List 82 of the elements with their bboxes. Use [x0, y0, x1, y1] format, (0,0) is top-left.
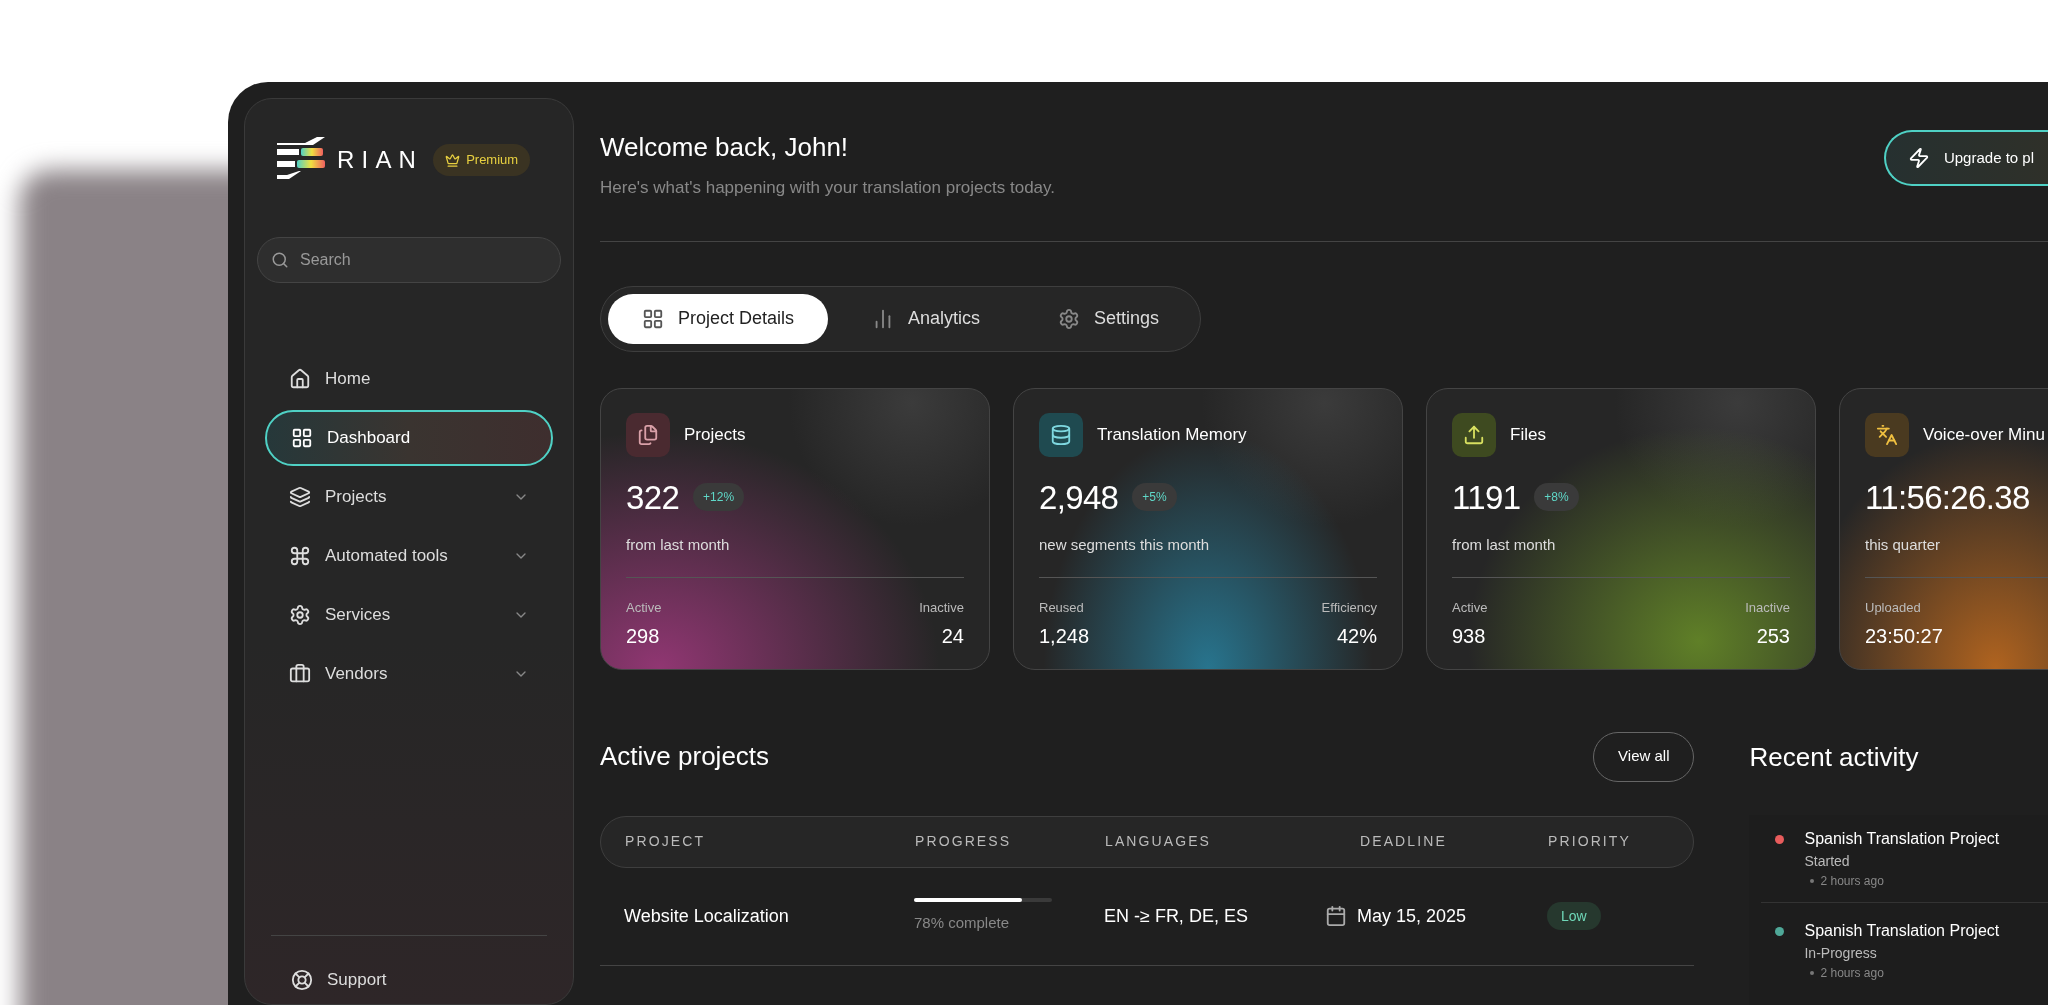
layers-icon	[289, 486, 311, 508]
stat-value: 42%	[1336, 624, 1377, 649]
stat-label: Inactive	[919, 598, 964, 617]
column-header: PRIORITY	[1548, 832, 1632, 851]
stat-label: Efficiency	[1321, 598, 1377, 617]
settings-icon	[289, 604, 311, 626]
stat-value: 23:50:27	[1865, 624, 1943, 649]
database-icon	[1050, 423, 1072, 446]
activity-time: 2 hours ago	[1820, 872, 1884, 890]
progress-text: 78% complete	[914, 912, 1011, 933]
stat-value: 1,248	[1039, 624, 1090, 649]
section-title: Active projects	[600, 740, 770, 773]
card-title: Projects	[684, 423, 746, 446]
card-caption: this quarter	[1865, 535, 1942, 555]
card-title: Translation Memory	[1097, 423, 1247, 446]
card-value: 2,948	[1039, 477, 1119, 518]
card-title: Files	[1510, 423, 1546, 446]
card-value: 1191	[1452, 477, 1521, 518]
table-cell-text: Website Localization	[624, 904, 790, 928]
premium-badge: Premium	[433, 144, 531, 176]
column-header: PROJECT	[625, 832, 707, 851]
lightning-icon	[1907, 147, 1930, 169]
nav-item[interactable]: Dashboard	[265, 410, 553, 466]
activity-title: Spanish Translation Project	[1804, 828, 2000, 849]
table-cell-text: May 15, 2025	[1357, 904, 1467, 928]
command-icon	[289, 545, 311, 567]
welcome-title: Welcome back, John!	[600, 131, 850, 164]
stat-label: Reused	[1039, 598, 1085, 617]
activity-status: In-Progress	[1804, 943, 1878, 963]
table-cell-text: EN -≥ FR, DE, ES	[1104, 904, 1249, 928]
tab[interactable]: Settings	[1024, 293, 1194, 344]
change-badge: +12%	[693, 483, 745, 512]
upgrade-button[interactable]: Upgrade to pl	[1883, 130, 2048, 186]
search-icon	[271, 251, 289, 269]
stat-label: Active	[1452, 598, 1488, 617]
stat-label: Active	[626, 598, 662, 617]
settings-icon	[1058, 307, 1081, 330]
home-icon	[289, 368, 311, 390]
card-value: 11:56:26.38	[1865, 477, 2030, 518]
search-field[interactable]: Search	[257, 237, 561, 283]
grid-icon	[642, 307, 664, 330]
nav-item[interactable]: Home	[265, 351, 553, 407]
change-badge: +8%	[1534, 483, 1579, 512]
column-header: DEADLINE	[1360, 832, 1448, 851]
nav-item[interactable]: Projects	[265, 469, 553, 525]
card-caption: from last month	[626, 535, 731, 555]
column-header: LANGUAGES	[1105, 832, 1213, 851]
stat-value: 298	[626, 624, 661, 649]
grid-icon	[291, 427, 313, 449]
stat-label: Uploaded	[1865, 598, 1922, 617]
activity-time: 2 hours ago	[1820, 964, 1884, 982]
upload-icon	[1463, 423, 1485, 446]
stat-value: 253	[1756, 624, 1790, 649]
stat-label: Inactive	[1745, 598, 1790, 617]
brand-name: RIAN	[337, 145, 424, 175]
calendar-icon	[1325, 905, 1347, 927]
crown-icon	[445, 152, 461, 168]
tab[interactable]: Project Details	[608, 293, 829, 344]
support-link[interactable]: Support	[265, 956, 553, 1004]
documents-icon	[637, 423, 659, 446]
stat-value: 24	[941, 624, 964, 649]
nav-item[interactable]: Vendors	[265, 646, 553, 702]
change-badge: +5%	[1132, 483, 1177, 512]
briefcase-icon	[289, 663, 311, 685]
activity-title: Spanish Translation Project	[1804, 920, 2000, 941]
card-value: 322	[626, 477, 680, 518]
translate-icon	[1876, 423, 1898, 446]
card-caption: new segments this month	[1039, 535, 1211, 555]
section-title: Recent activity	[1749, 740, 1920, 774]
stat-value: 938	[1452, 624, 1487, 649]
card-caption: from last month	[1452, 535, 1557, 555]
card-title: Voice-over Minu	[1923, 423, 2045, 446]
nav-item[interactable]: Automated tools	[265, 528, 553, 584]
welcome-subtitle: Here's what's happening with your translation projects today.	[600, 177, 1057, 199]
nav-item[interactable]: Services	[265, 587, 553, 643]
column-header: PROGRESS	[915, 832, 1013, 851]
bullet-icon	[1810, 878, 1815, 883]
priority-badge: Low	[1547, 902, 1601, 930]
lifebuoy-icon	[291, 969, 313, 991]
activity-status: Started	[1804, 851, 1851, 871]
tab[interactable]: Analytics	[838, 293, 1015, 344]
bullet-icon	[1810, 970, 1815, 975]
